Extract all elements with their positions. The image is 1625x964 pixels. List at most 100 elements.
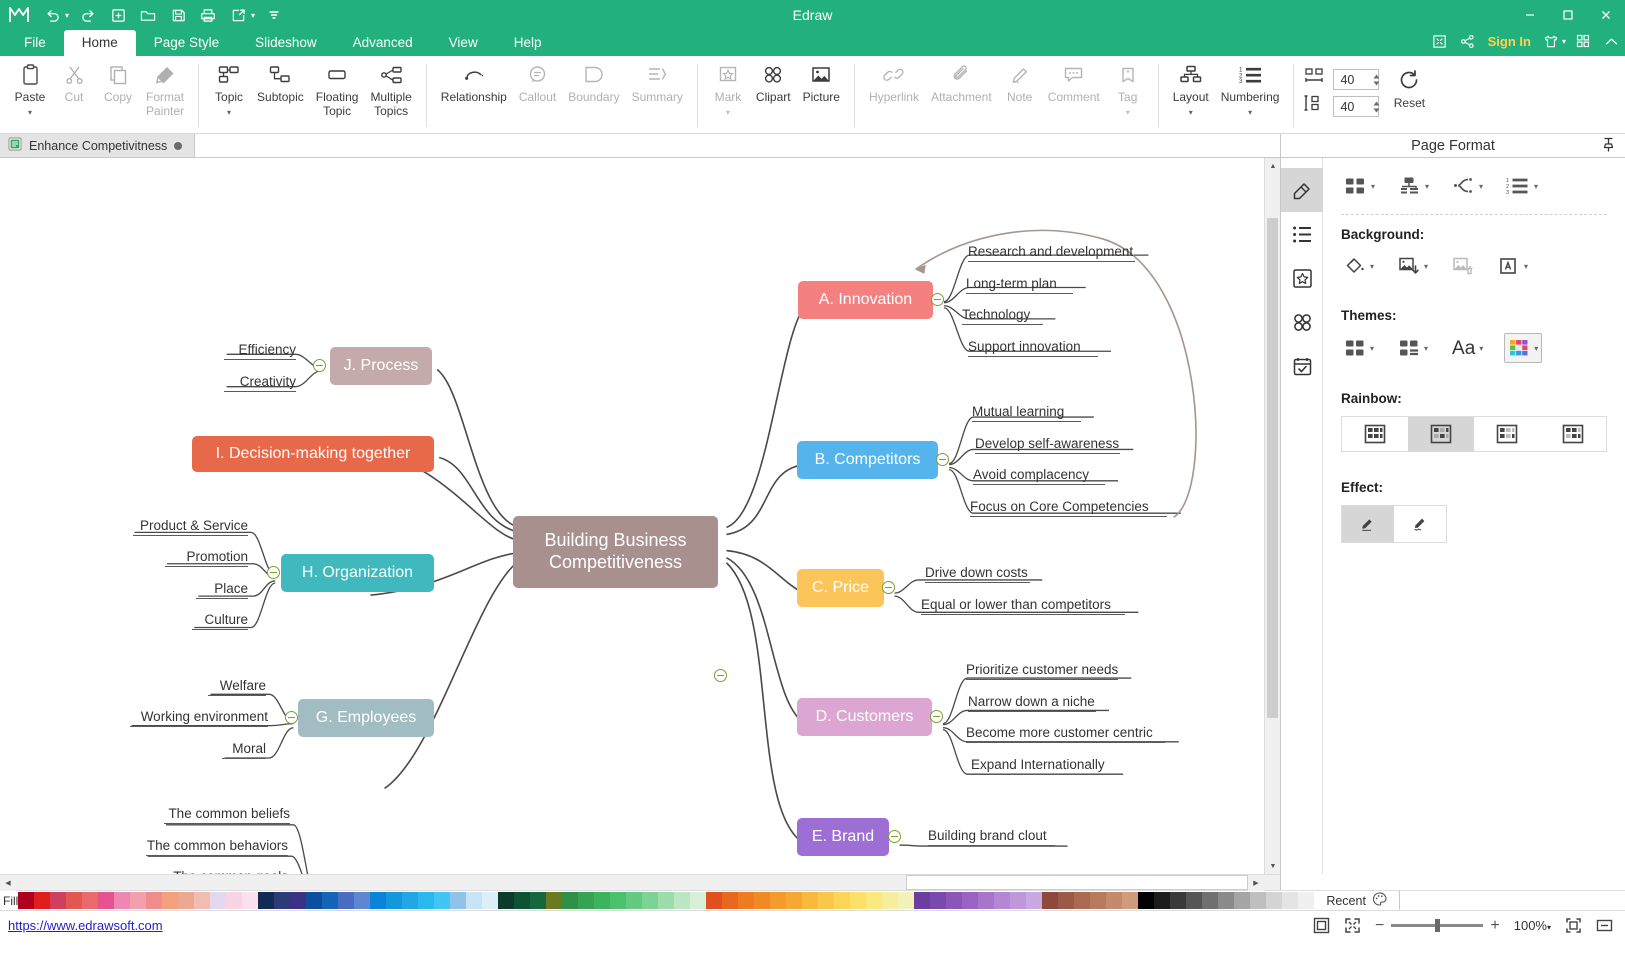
vertical-spacing-stepper[interactable] <box>1372 99 1381 115</box>
leaf-moral[interactable]: Moral <box>222 741 266 759</box>
share-icon[interactable] <box>1454 29 1482 53</box>
topic-e-brand[interactable]: E. Brand <box>797 818 889 856</box>
watermark-icon[interactable]: ▾ <box>1495 252 1531 280</box>
rail-page-format-icon[interactable] <box>1281 168 1323 212</box>
color-swatch[interactable] <box>722 892 738 909</box>
pin-icon[interactable] <box>1602 137 1615 157</box>
color-swatch[interactable] <box>1298 892 1314 909</box>
color-swatch[interactable] <box>978 892 994 909</box>
fit-to-window-icon[interactable] <box>1596 917 1613 934</box>
leaf-equal-or-lower[interactable]: Equal or lower than competitors <box>921 597 1125 615</box>
scroll-left-arrow[interactable]: ◀ <box>0 875 16 891</box>
color-swatch[interactable] <box>194 892 210 909</box>
color-swatch[interactable] <box>946 892 962 909</box>
tab-home[interactable]: Home <box>64 30 136 56</box>
collapse-g-employees[interactable] <box>285 711 298 724</box>
mark-button[interactable]: Mark ▾ <box>706 58 750 119</box>
apps-grid-icon[interactable] <box>1569 29 1597 53</box>
topic-c-price[interactable]: C. Price <box>797 569 884 607</box>
color-swatch[interactable] <box>562 892 578 909</box>
topic-b-competitors[interactable]: B. Competitors <box>797 441 938 479</box>
color-swatch[interactable] <box>626 892 642 909</box>
canvas-horizontal-scrollbar[interactable]: ◀ ▶ <box>0 874 1280 890</box>
leaf-become-more-customer-centric[interactable]: Become more customer centric <box>966 725 1165 743</box>
color-swatch[interactable] <box>514 892 530 909</box>
color-swatch[interactable] <box>882 892 898 909</box>
theme-dropdown-caret[interactable]: ▾ <box>1562 37 1566 46</box>
topic-i-decision-making[interactable]: I. Decision-making together <box>192 436 434 472</box>
color-swatch[interactable] <box>306 892 322 909</box>
color-swatch[interactable] <box>82 892 98 909</box>
format-painter-button[interactable]: Format Painter <box>140 58 190 118</box>
close-button[interactable] <box>1587 0 1625 30</box>
rail-outline-list-icon[interactable] <box>1281 212 1323 256</box>
leaf-avoid-complacency[interactable]: Avoid complacency <box>973 467 1105 485</box>
leaf-promotion[interactable]: Promotion <box>165 549 248 567</box>
horizontal-scroll-thumb[interactable] <box>906 875 1248 890</box>
color-swatch[interactable] <box>1186 892 1202 909</box>
topic-h-organization[interactable]: H. Organization <box>281 554 434 592</box>
effect-straight-pen[interactable] <box>1342 506 1394 542</box>
color-swatch[interactable] <box>802 892 818 909</box>
color-swatch[interactable] <box>1138 892 1154 909</box>
maximize-button[interactable] <box>1549 0 1587 30</box>
numbering-dropdown-caret[interactable]: ▾ <box>1248 106 1252 120</box>
theme-shape-icon[interactable]: ▾ <box>1395 334 1431 362</box>
leaf-common-goals[interactable]: The common goals <box>166 869 288 874</box>
scroll-up-arrow[interactable]: ▲ <box>1265 158 1280 174</box>
rainbow-option-2[interactable] <box>1408 417 1474 451</box>
color-swatch[interactable] <box>530 892 546 909</box>
note-button[interactable]: Note <box>998 58 1042 105</box>
zoom-in-icon[interactable]: + <box>1490 917 1499 935</box>
zoom-thumb[interactable] <box>1435 919 1440 932</box>
leaf-common-behaviors[interactable]: The common behaviors <box>146 838 288 856</box>
topic-button[interactable]: Topic ▾ <box>207 58 251 119</box>
color-swatch[interactable] <box>1154 892 1170 909</box>
color-swatch[interactable] <box>834 892 850 909</box>
color-swatch[interactable] <box>466 892 482 909</box>
rail-calendar-check-icon[interactable] <box>1281 344 1323 388</box>
color-swatch[interactable] <box>18 892 34 909</box>
leaf-culture-org[interactable]: Culture <box>192 612 248 630</box>
color-swatch[interactable] <box>226 892 242 909</box>
vertical-scroll-thumb[interactable] <box>1267 218 1278 718</box>
fill-color-icon[interactable]: ▾ <box>1341 252 1377 280</box>
leaf-focus-core-competencies[interactable]: Focus on Core Competencies <box>970 499 1167 517</box>
print-icon[interactable] <box>194 3 222 27</box>
color-swatch[interactable] <box>258 892 274 909</box>
relationship-button[interactable]: Relationship <box>435 58 513 105</box>
rail-mark-badge-icon[interactable] <box>1281 256 1323 300</box>
tag-dropdown-caret[interactable]: ▾ <box>1126 106 1130 120</box>
color-swatch[interactable] <box>578 892 594 909</box>
color-swatch[interactable] <box>1090 892 1106 909</box>
central-collapse-toggle[interactable] <box>714 669 727 682</box>
color-swatch[interactable] <box>658 892 674 909</box>
minimize-button[interactable] <box>1511 0 1549 30</box>
leaf-efficiency[interactable]: Efficiency <box>224 342 296 360</box>
more-icon[interactable] <box>260 3 288 27</box>
leaf-building-brand-clout[interactable]: Building brand clout <box>928 828 1055 846</box>
theme-color-icon[interactable]: ▾ <box>1504 333 1542 363</box>
topic-j-process[interactable]: J. Process <box>330 347 432 385</box>
clipart-button[interactable]: Clipart <box>750 58 797 105</box>
color-swatch[interactable] <box>1266 892 1282 909</box>
leaf-working-environment-emp[interactable]: Working environment <box>130 709 268 727</box>
save-icon[interactable] <box>164 3 192 27</box>
reset-button[interactable]: Reset <box>1387 64 1431 133</box>
topic-dropdown-caret[interactable]: ▾ <box>227 106 231 120</box>
color-swatch[interactable] <box>706 892 722 909</box>
color-swatch[interactable] <box>98 892 114 909</box>
cut-button[interactable]: Cut <box>52 58 96 105</box>
comment-button[interactable]: Comment <box>1042 58 1106 105</box>
color-swatch[interactable] <box>962 892 978 909</box>
mindmap-canvas[interactable]: Building Business Competitiveness J. Pro… <box>0 158 1280 874</box>
tab-view[interactable]: View <box>431 30 496 56</box>
color-swatch[interactable] <box>786 892 802 909</box>
color-swatch[interactable] <box>274 892 290 909</box>
color-swatch[interactable] <box>1250 892 1266 909</box>
collapse-d-customers[interactable] <box>930 710 943 723</box>
color-swatch[interactable] <box>322 892 338 909</box>
picture-button[interactable]: Picture <box>797 58 846 105</box>
export-icon[interactable] <box>224 3 252 27</box>
scroll-down-arrow[interactable]: ▼ <box>1265 858 1280 874</box>
